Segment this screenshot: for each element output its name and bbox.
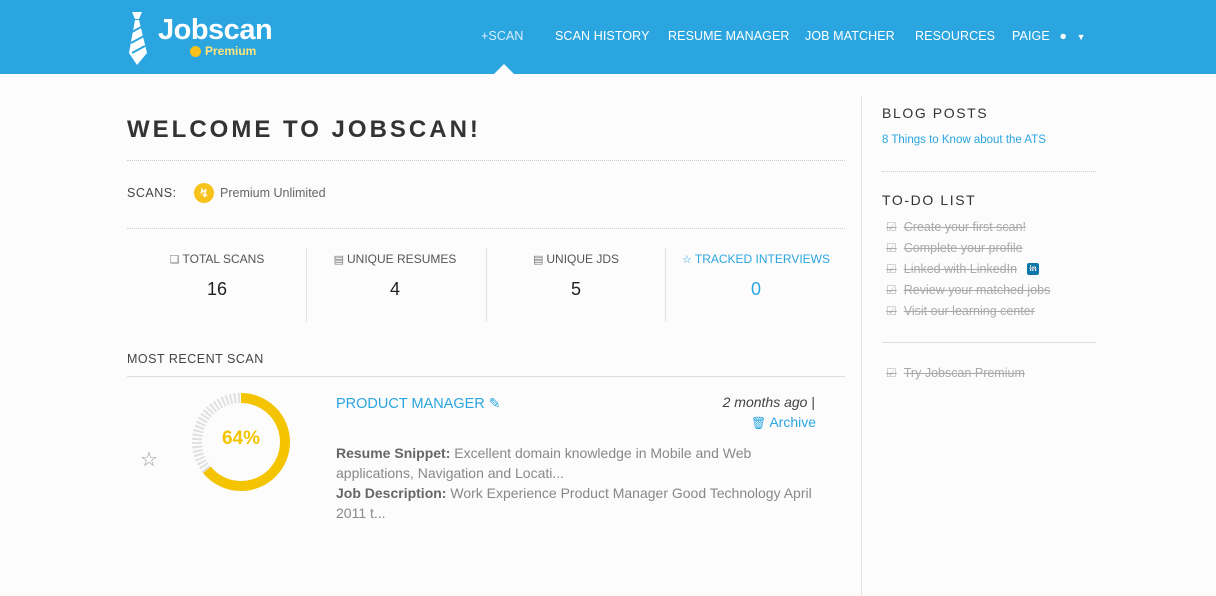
scan-snippet: Resume Snippet: Excellent domain knowled… [336,443,816,523]
stat-unique-resumes: ▤ UNIQUE RESUMES 4 [306,252,484,300]
nav-scan-history[interactable]: SCAN HISTORY [555,29,650,43]
checkbox-checked-icon: ☑ [886,304,897,318]
scans-label: SCANS: [127,186,177,200]
favorite-star-icon[interactable]: ☆ [140,447,158,472]
divider [127,376,845,377]
plan-badge: ↯ Premium Unlimited [194,183,326,203]
nav-resume-manager[interactable]: RESUME MANAGER [668,29,790,43]
job-description-label: Job Description: [336,485,447,501]
copy-icon: ❏ [169,253,180,266]
user-icon: ● [1059,29,1068,43]
active-tab-caret [494,64,514,74]
column-divider [861,96,862,596]
page-title: WELCOME TO JOBSCAN! [127,116,481,143]
todo-item[interactable]: ☑ Linked with LinkedIn in [886,262,1040,276]
stat-tracked-interviews[interactable]: ☆ TRACKED INTERVIEWS 0 [667,252,845,300]
divider [127,160,845,161]
todo-item[interactable]: ☑ Complete your profile [886,241,1023,255]
match-score: 64% [221,428,261,449]
stat-unique-jds: ▤ UNIQUE JDS 5 [487,252,665,300]
blog-posts-heading: BLOG POSTS [882,105,989,121]
bolt-icon: ↯ [194,183,214,203]
archive-button[interactable]: 🗑 Archive [700,414,816,430]
divider [127,228,845,229]
nav-user-menu[interactable]: PAIGE ● ▼ [1012,29,1086,43]
star-icon: ☆ [681,253,692,266]
stat-total-scans: ❏ TOTAL SCANS 16 [128,252,306,300]
blog-post-link[interactable]: 8 Things to Know about the ATS [882,134,1046,146]
plan-name: Premium Unlimited [220,186,326,200]
scan-time: 2 months ago | [722,394,815,410]
stat-value: 0 [750,279,761,299]
linkedin-icon: in [1027,263,1040,275]
checkbox-checked-icon: ☑ [886,262,897,276]
todo-heading: TO-DO LIST [882,192,977,208]
checkbox-checked-icon: ☑ [886,220,897,234]
divider [882,342,1096,343]
document-icon: ▤ [532,253,544,266]
chevron-down-icon: ▼ [1076,32,1086,42]
nav-scan[interactable]: +SCAN [481,29,524,43]
main-nav: +SCAN SCAN HISTORY RESUME MANAGER JOB MA… [0,0,1216,74]
user-name: PAIGE [1012,29,1050,43]
checkbox-checked-icon: ☑ [886,283,897,297]
resume-snippet-label: Resume Snippet: [336,445,451,461]
todo-item-premium[interactable]: ☑ Try Jobscan Premium [886,366,1025,380]
checkbox-checked-icon: ☑ [886,366,897,380]
todo-item[interactable]: ☑ Visit our learning center [886,304,1035,318]
top-navbar: Jobscan Premium +SCAN SCAN HISTORY RESUM… [0,0,1216,74]
todo-item[interactable]: ☑ Create your first scan! [886,220,1026,234]
stat-value: 16 [206,279,228,299]
pencil-icon[interactable]: ✎ [489,395,501,412]
stat-value: 5 [570,279,581,299]
todo-item[interactable]: ☑ Review your matched jobs [886,283,1050,297]
recent-scan-label: MOST RECENT SCAN [127,352,264,366]
document-icon: ▤ [333,253,345,266]
nav-job-matcher[interactable]: JOB MATCHER [805,29,895,43]
nav-resources[interactable]: RESOURCES [915,29,995,43]
divider [665,248,666,322]
divider [882,171,1096,172]
stat-value: 4 [389,279,400,299]
trash-icon: 🗑 [750,416,767,430]
checkbox-checked-icon: ☑ [886,241,897,255]
job-title-link[interactable]: PRODUCT MANAGER ✎ [336,395,501,412]
